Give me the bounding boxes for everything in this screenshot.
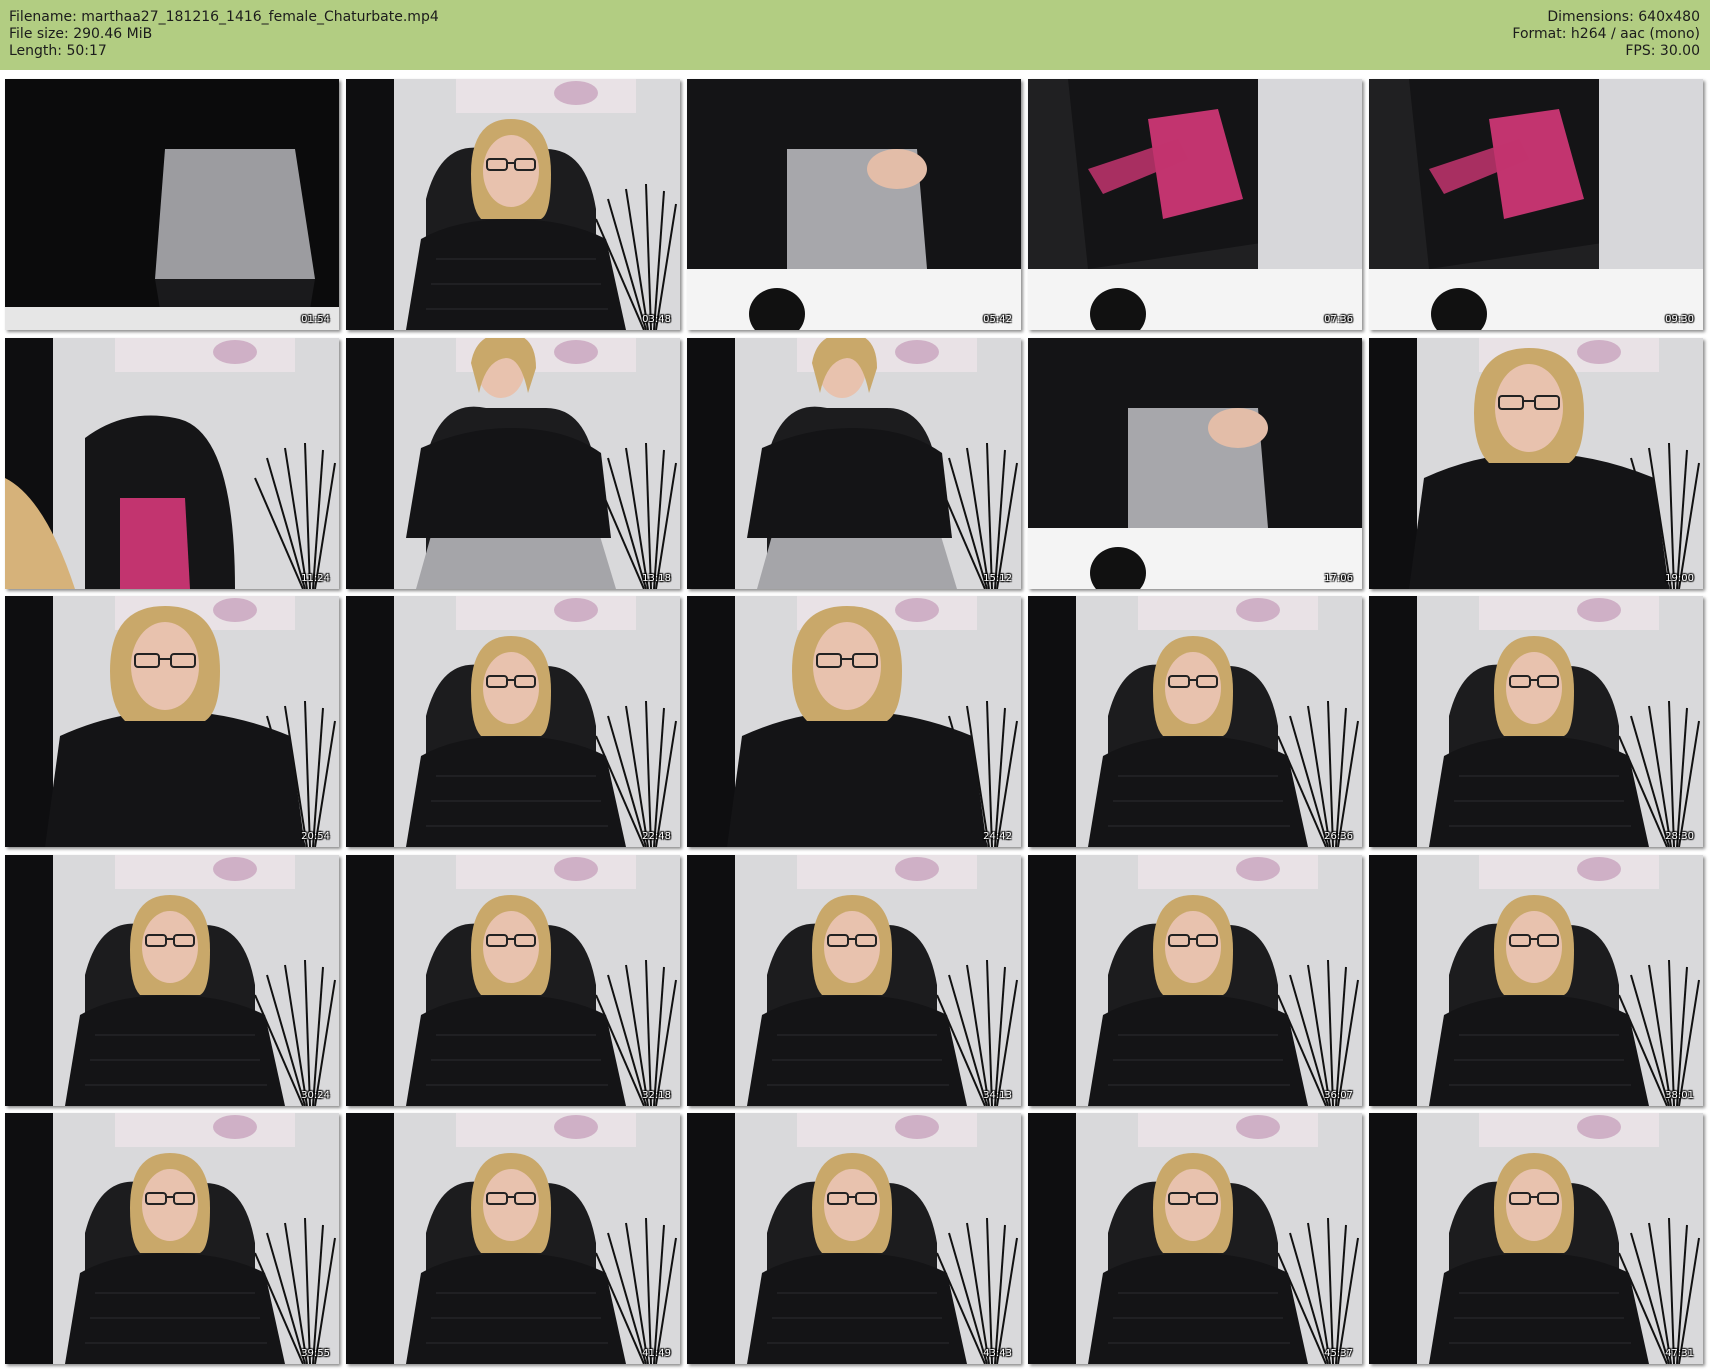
video-frame-thumbnail: 30:24: [5, 855, 339, 1106]
frame-image: [346, 855, 680, 1106]
frame-image: [687, 855, 1021, 1106]
file-info: Filename: marthaa27_181216_1416_female_C…: [9, 9, 439, 60]
video-frame-thumbnail: 38:01: [1369, 855, 1703, 1106]
frame-timestamp: 24:42: [983, 831, 1012, 842]
frame-image: [1028, 1113, 1362, 1364]
video-frame-thumbnail: 36:07: [1028, 855, 1362, 1106]
info-header: Filename: marthaa27_181216_1416_female_C…: [0, 0, 1710, 70]
frame-timestamp: 09:30: [1665, 314, 1694, 325]
frame-image: [5, 596, 339, 847]
frame-timestamp: 41:49: [642, 1348, 671, 1359]
frame-timestamp: 22:48: [642, 831, 671, 842]
frame-timestamp: 45:37: [1324, 1348, 1353, 1359]
frame-image: [5, 338, 339, 589]
video-frame-thumbnail: 11:24: [5, 338, 339, 589]
frame-image: [346, 79, 680, 330]
frame-timestamp: 15:12: [983, 573, 1012, 584]
frame-image: [346, 596, 680, 847]
frame-timestamp: 38:01: [1665, 1090, 1694, 1101]
video-frame-thumbnail: 03:48: [346, 79, 680, 330]
frame-image: [687, 1113, 1021, 1364]
frame-image: [1028, 79, 1362, 330]
frame-timestamp: 36:07: [1324, 1090, 1353, 1101]
frame-image: [1369, 338, 1703, 589]
frame-image: [1369, 79, 1703, 330]
video-frame-thumbnail: 45:37: [1028, 1113, 1362, 1364]
frame-timestamp: 20:54: [301, 831, 330, 842]
video-frame-thumbnail: 22:48: [346, 596, 680, 847]
frame-image: [5, 79, 339, 330]
video-frame-thumbnail: 15:12: [687, 338, 1021, 589]
frame-timestamp: 13:18: [642, 573, 671, 584]
frame-image: [1369, 596, 1703, 847]
frame-image: [5, 855, 339, 1106]
frame-image: [346, 1113, 680, 1364]
thumbnail-grid: 01:54 03:48 05:42 07:36 09:30 11:24 13:18 15:12…: [5, 79, 1705, 1364]
frame-image: [1369, 855, 1703, 1106]
video-frame-thumbnail: 09:30: [1369, 79, 1703, 330]
frame-timestamp: 26:36: [1324, 831, 1353, 842]
video-frame-thumbnail: 20:54: [5, 596, 339, 847]
video-frame-thumbnail: 39:55: [5, 1113, 339, 1364]
frame-timestamp: 07:36: [1324, 314, 1353, 325]
video-frame-thumbnail: 34:13: [687, 855, 1021, 1106]
video-frame-thumbnail: 05:42: [687, 79, 1021, 330]
video-info: Dimensions: 640x480 Format: h264 / aac (…: [1512, 9, 1700, 60]
filename-text: Filename: marthaa27_181216_1416_female_C…: [9, 9, 439, 25]
frame-timestamp: 30:24: [301, 1090, 330, 1101]
format-text: Format: h264 / aac (mono): [1512, 26, 1700, 42]
frame-image: [1369, 1113, 1703, 1364]
video-frame-thumbnail: 26:36: [1028, 596, 1362, 847]
frame-timestamp: 32:18: [642, 1090, 671, 1101]
frame-timestamp: 28:30: [1665, 831, 1694, 842]
frame-timestamp: 19:00: [1665, 573, 1694, 584]
video-frame-thumbnail: 17:06: [1028, 338, 1362, 589]
video-frame-thumbnail: 43:43: [687, 1113, 1021, 1364]
length-text: Length: 50:17: [9, 43, 107, 59]
frame-image: [5, 1113, 339, 1364]
frame-timestamp: 47:31: [1665, 1348, 1694, 1359]
video-frame-thumbnail: 07:36: [1028, 79, 1362, 330]
frame-image: [1028, 596, 1362, 847]
frame-image: [346, 338, 680, 589]
video-frame-thumbnail: 01:54: [5, 79, 339, 330]
frame-timestamp: 01:54: [301, 314, 330, 325]
fps-text: FPS: 30.00: [1625, 43, 1700, 59]
video-frame-thumbnail: 19:00: [1369, 338, 1703, 589]
dimensions-text: Dimensions: 640x480: [1547, 9, 1700, 25]
frame-timestamp: 43:43: [983, 1348, 1012, 1359]
video-frame-thumbnail: 32:18: [346, 855, 680, 1106]
frame-image: [687, 338, 1021, 589]
frame-timestamp: 34:13: [983, 1090, 1012, 1101]
frame-timestamp: 03:48: [642, 314, 671, 325]
frame-timestamp: 17:06: [1324, 573, 1353, 584]
frame-image: [687, 79, 1021, 330]
frame-timestamp: 11:24: [301, 573, 330, 584]
video-frame-thumbnail: 28:30: [1369, 596, 1703, 847]
frame-timestamp: 39:55: [301, 1348, 330, 1359]
frame-image: [1028, 855, 1362, 1106]
frame-image: [687, 596, 1021, 847]
video-frame-thumbnail: 41:49: [346, 1113, 680, 1364]
filesize-text: File size: 290.46 MiB: [9, 26, 153, 42]
frame-image: [1028, 338, 1362, 589]
video-frame-thumbnail: 47:31: [1369, 1113, 1703, 1364]
video-frame-thumbnail: 13:18: [346, 338, 680, 589]
video-frame-thumbnail: 24:42: [687, 596, 1021, 847]
frame-timestamp: 05:42: [983, 314, 1012, 325]
